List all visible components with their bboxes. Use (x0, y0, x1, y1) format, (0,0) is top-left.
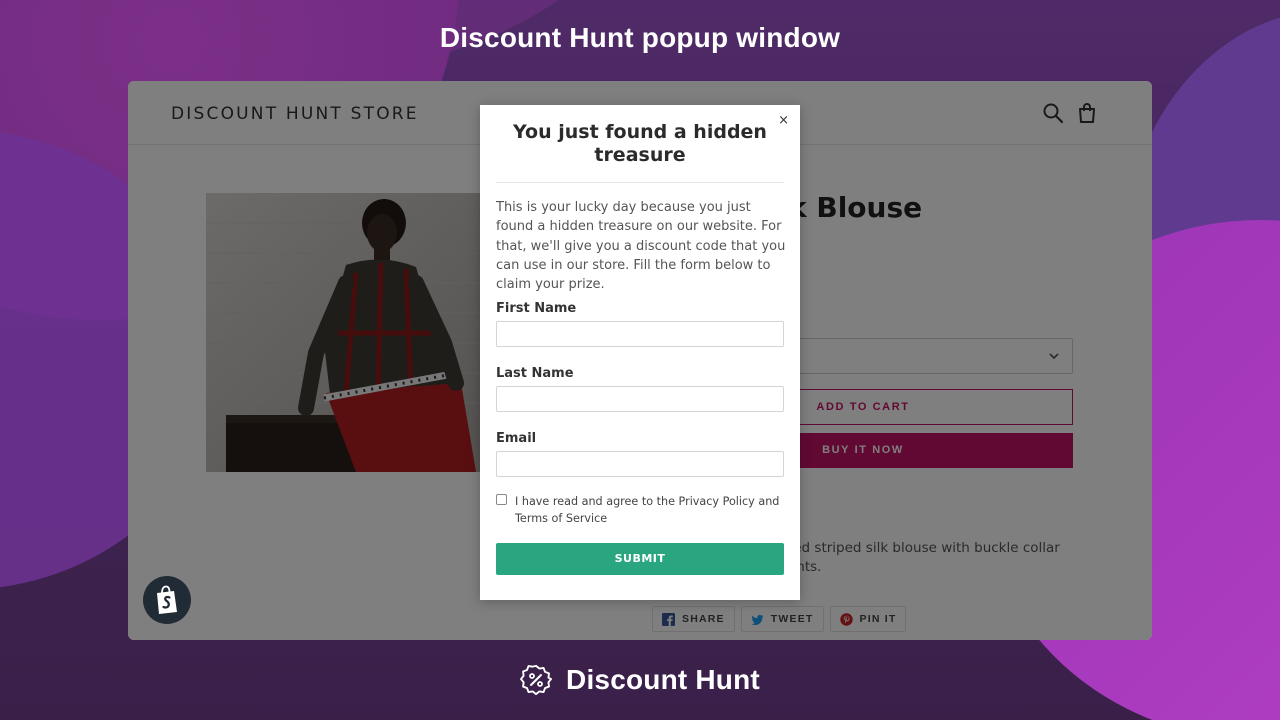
email-label: Email (496, 431, 537, 446)
shopify-icon (157, 585, 177, 614)
email-input[interactable] (496, 451, 784, 477)
discount-popup: × You just found a hidden treasure This … (480, 105, 800, 600)
discount-badge-icon (520, 664, 553, 696)
shopify-badge[interactable] (143, 576, 191, 624)
brand-footer: Discount Hunt (0, 664, 1280, 696)
last-name-input[interactable] (496, 386, 784, 412)
brand-name: Discount Hunt (566, 664, 760, 695)
agree-label[interactable]: I have read and agree to the Privacy Pol… (515, 493, 785, 527)
banner-title: Discount Hunt popup window (439, 22, 841, 53)
popup-title: You just found a hidden treasure (513, 121, 767, 166)
last-name-label: Last Name (496, 366, 574, 381)
first-name-input[interactable] (496, 321, 784, 347)
first-name-label: First Name (496, 301, 577, 316)
submit-button[interactable]: SUBMIT (496, 543, 784, 575)
popup-message: This is your lucky day because you just … (496, 200, 786, 293)
agree-checkbox[interactable] (496, 494, 507, 505)
divider (496, 182, 784, 183)
